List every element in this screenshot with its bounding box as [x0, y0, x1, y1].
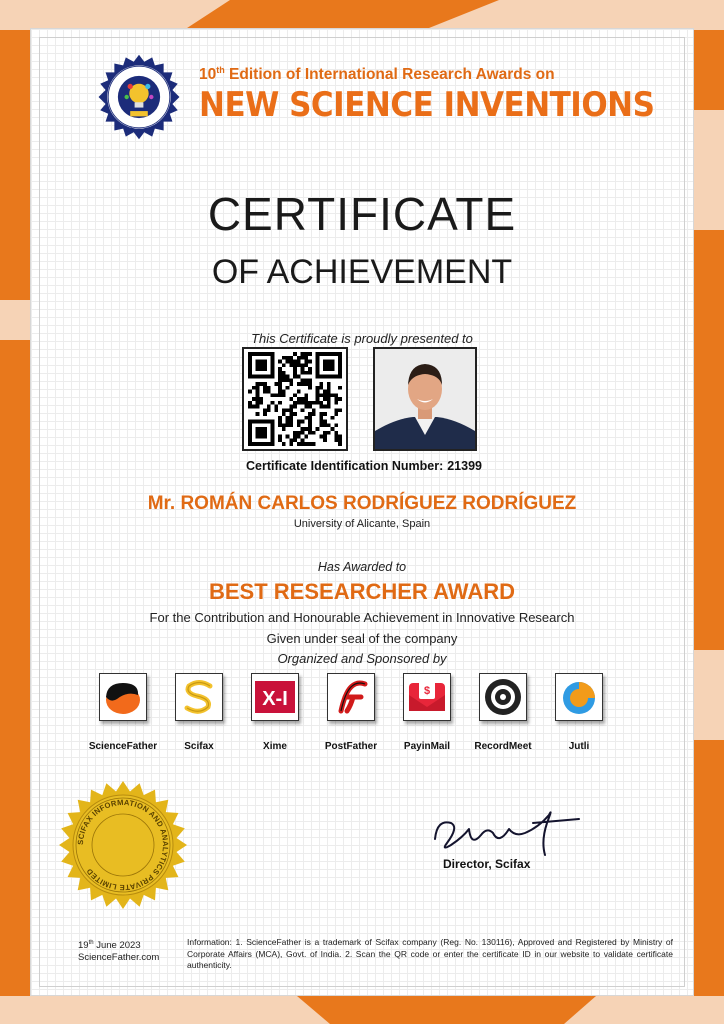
payinmail-logo-icon: $	[403, 673, 451, 721]
award-description: For the Contribution and Honourable Achi…	[149, 610, 575, 625]
postfather-logo-icon	[327, 673, 375, 721]
event-title: NEW SCIENCE INVENTIONS	[199, 85, 655, 125]
recipient-name: Mr. ROMÁN CARLOS RODRÍGUEZ RODRÍGUEZ	[147, 493, 577, 514]
svg-text:X-I: X-I	[262, 688, 288, 710]
certificate-id-value: 21399	[447, 459, 482, 473]
company-seal: SCIFAX INFORMATION AND ANALYTICS PRIVATE…	[57, 779, 189, 911]
sponsor-item[interactable]: X-I Xime	[237, 673, 313, 752]
frame-decoration	[694, 650, 724, 740]
jutli-logo-icon	[555, 673, 603, 721]
sponsor-item[interactable]: ScienceFather	[85, 673, 161, 752]
award-name: BEST RESEARCHER AWARD	[209, 579, 515, 604]
scifax-logo-icon	[175, 673, 223, 721]
sciencefather-logo-icon	[99, 673, 147, 721]
sponsor-item[interactable]: PostFather	[313, 673, 389, 752]
frame-decoration	[424, 0, 724, 30]
frame-decoration	[0, 0, 230, 30]
frame-decoration	[0, 996, 330, 1024]
sponsor-item[interactable]: RecordMeet	[465, 673, 541, 752]
sponsor-item[interactable]: $ PayinMail	[389, 673, 465, 752]
qr-code-icon[interactable]	[242, 347, 348, 451]
website-link[interactable]: ScienceFather.com	[78, 952, 159, 964]
sponsor-item[interactable]: Jutli	[541, 673, 617, 752]
certificate-id-label: Certificate Identification Number:	[245, 459, 444, 473]
sponsor-item[interactable]: Scifax	[161, 673, 237, 752]
recordmeet-logo-icon	[479, 673, 527, 721]
recipient-photo	[373, 347, 477, 451]
event-emblem-icon	[95, 53, 183, 141]
sponsored-by-text: Organized and Sponsored by	[277, 651, 447, 666]
sponsor-list: ScienceFather Scifax X-I Xime PostFather…	[85, 673, 645, 763]
certificate-id: Certificate Identification Number: 21399	[31, 459, 693, 473]
recipient-affiliation: University of Alicante, Spain	[293, 518, 431, 530]
event-edition-line: 10th Edition of International Research A…	[199, 65, 555, 84]
seal-statement: Given under seal of the company	[266, 631, 458, 646]
presented-text: This Certificate is proudly presented to	[251, 331, 473, 346]
frame-decoration	[694, 110, 724, 230]
certificate-sheet: 10th Edition of International Research A…	[30, 28, 694, 996]
awarded-text: Has Awarded to	[317, 560, 407, 574]
information-note: Information: 1. ScienceFather is a trade…	[187, 937, 673, 970]
xime-logo-icon: X-I	[251, 673, 299, 721]
director-title: Director, Scifax	[443, 857, 531, 871]
certificate-title: CERTIFICATE	[207, 188, 517, 240]
svg-text:$: $	[424, 685, 430, 697]
frame-decoration	[564, 996, 724, 1024]
frame-decoration	[0, 300, 30, 340]
certificate-subtitle: OF ACHIEVEMENT	[211, 253, 513, 291]
issue-date: 19th June 2023 ScienceFather.com	[78, 940, 160, 964]
